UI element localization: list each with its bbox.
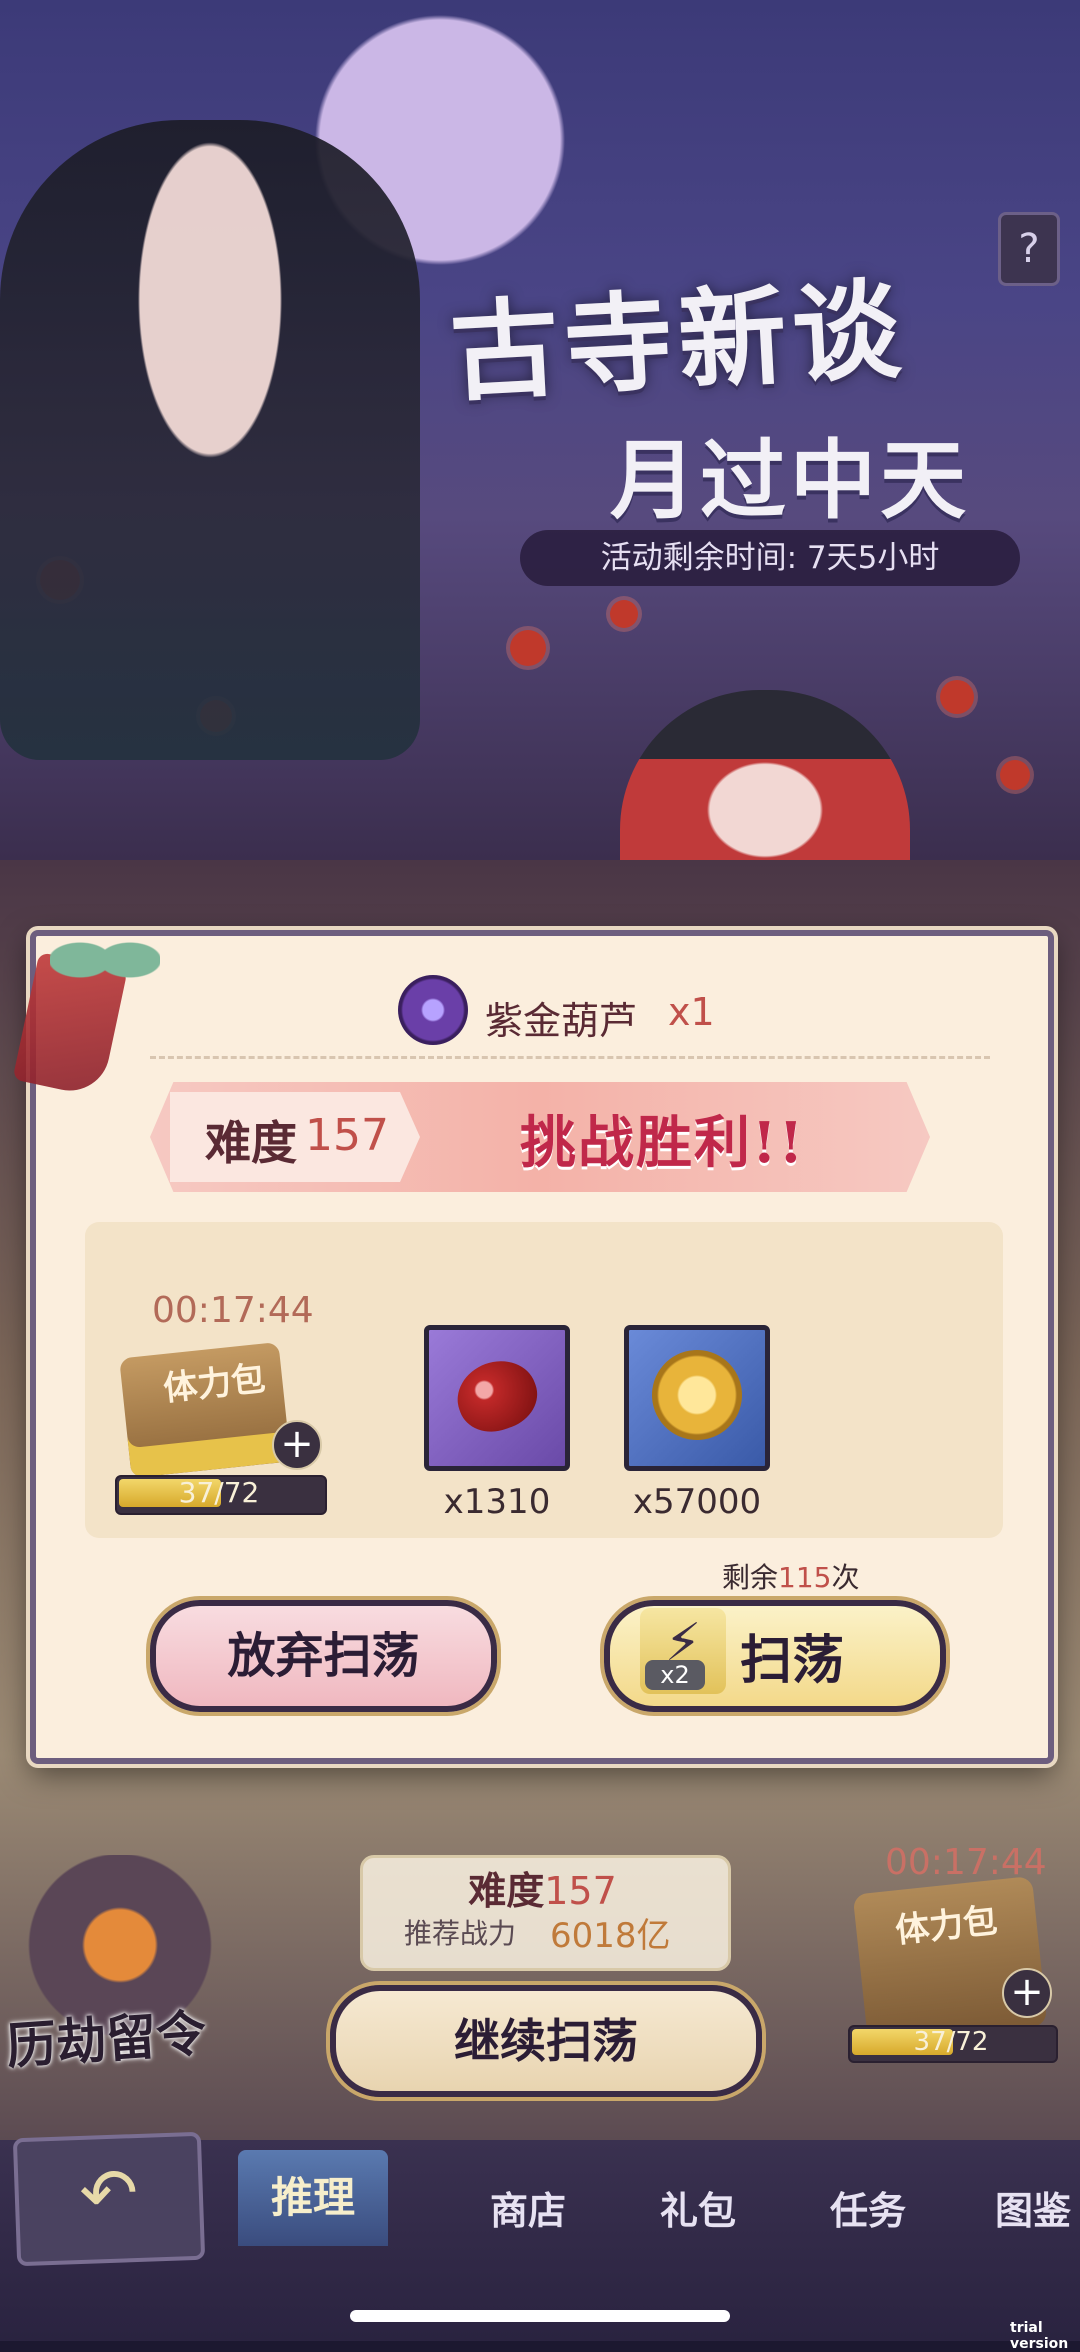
difficulty-title: 难度157 <box>360 1860 725 1915</box>
back-button[interactable]: ↶ <box>12 2131 206 2267</box>
blossom-decoration <box>510 630 546 666</box>
event-title: 古寺新谈 <box>447 267 910 417</box>
result-difficulty-label: 难度 <box>205 1116 297 1170</box>
event-timer: 活动剩余时间: 7天5小时 <box>520 530 1020 586</box>
reward-item-count: x1310 <box>443 1482 551 1522</box>
bg-plus-icon[interactable]: + <box>1002 1968 1052 2018</box>
sweep-label: 扫荡 <box>740 1630 845 1691</box>
tab-gift-pack[interactable]: 礼包 <box>660 2180 736 2235</box>
stamina-timer: 00:17:44 <box>152 1290 314 1331</box>
help-button[interactable]: ? <box>998 212 1060 286</box>
stamina-bar-text: 37/72 <box>178 1476 260 1509</box>
gourd-icon <box>398 975 468 1045</box>
remaining-value: 115 <box>778 1561 832 1594</box>
butterfly-icon <box>50 915 160 1005</box>
fox-girl-character <box>0 120 420 760</box>
tab-codex[interactable]: 图鉴 <box>995 2180 1071 2235</box>
result-text: 挑战胜利!! <box>520 1110 806 1176</box>
blossom-decoration <box>940 680 974 714</box>
result-difficulty-value: 157 <box>305 1110 389 1161</box>
lantern-label: 历劫留令 <box>4 2003 209 2076</box>
difficulty-value: 157 <box>544 1869 617 1913</box>
reward-name: 紫金葫芦 <box>485 999 638 1043</box>
tab-tasks[interactable]: 任务 <box>830 2180 906 2235</box>
divider <box>150 1056 990 1059</box>
remaining-count: 剩余115次 <box>722 1556 859 1596</box>
tab-reasoning[interactable]: 推理 <box>238 2150 388 2246</box>
trial-watermark: trial version <box>1010 2320 1069 2352</box>
sweep-multiplier: x2 <box>645 1660 705 1690</box>
abandon-sweep-button[interactable]: 放弃扫荡 <box>150 1600 497 1712</box>
plus-icon[interactable]: + <box>272 1420 322 1470</box>
power-value: 6018亿 <box>550 1916 671 1956</box>
tab-shop[interactable]: 商店 <box>490 2180 566 2235</box>
power-label: 推荐战力 <box>404 1917 517 1950</box>
home-indicator[interactable] <box>350 2310 730 2322</box>
blossom-decoration <box>1000 760 1030 790</box>
remaining-suffix: 次 <box>831 1561 860 1594</box>
blossom-decoration <box>610 600 638 628</box>
event-subtitle: 月过中天 <box>610 430 970 531</box>
back-arrow-icon: ↶ <box>78 2152 140 2237</box>
bg-stamina-bar-text: 37/72 <box>913 2027 989 2057</box>
remaining-prefix: 剩余 <box>722 1561 779 1594</box>
reward-quantity: x1 <box>668 990 715 1034</box>
continue-sweep-button[interactable]: 继续扫荡 <box>330 1985 762 2097</box>
difficulty-label: 难度 <box>468 1869 545 1913</box>
reward-item-count: x57000 <box>632 1482 762 1522</box>
